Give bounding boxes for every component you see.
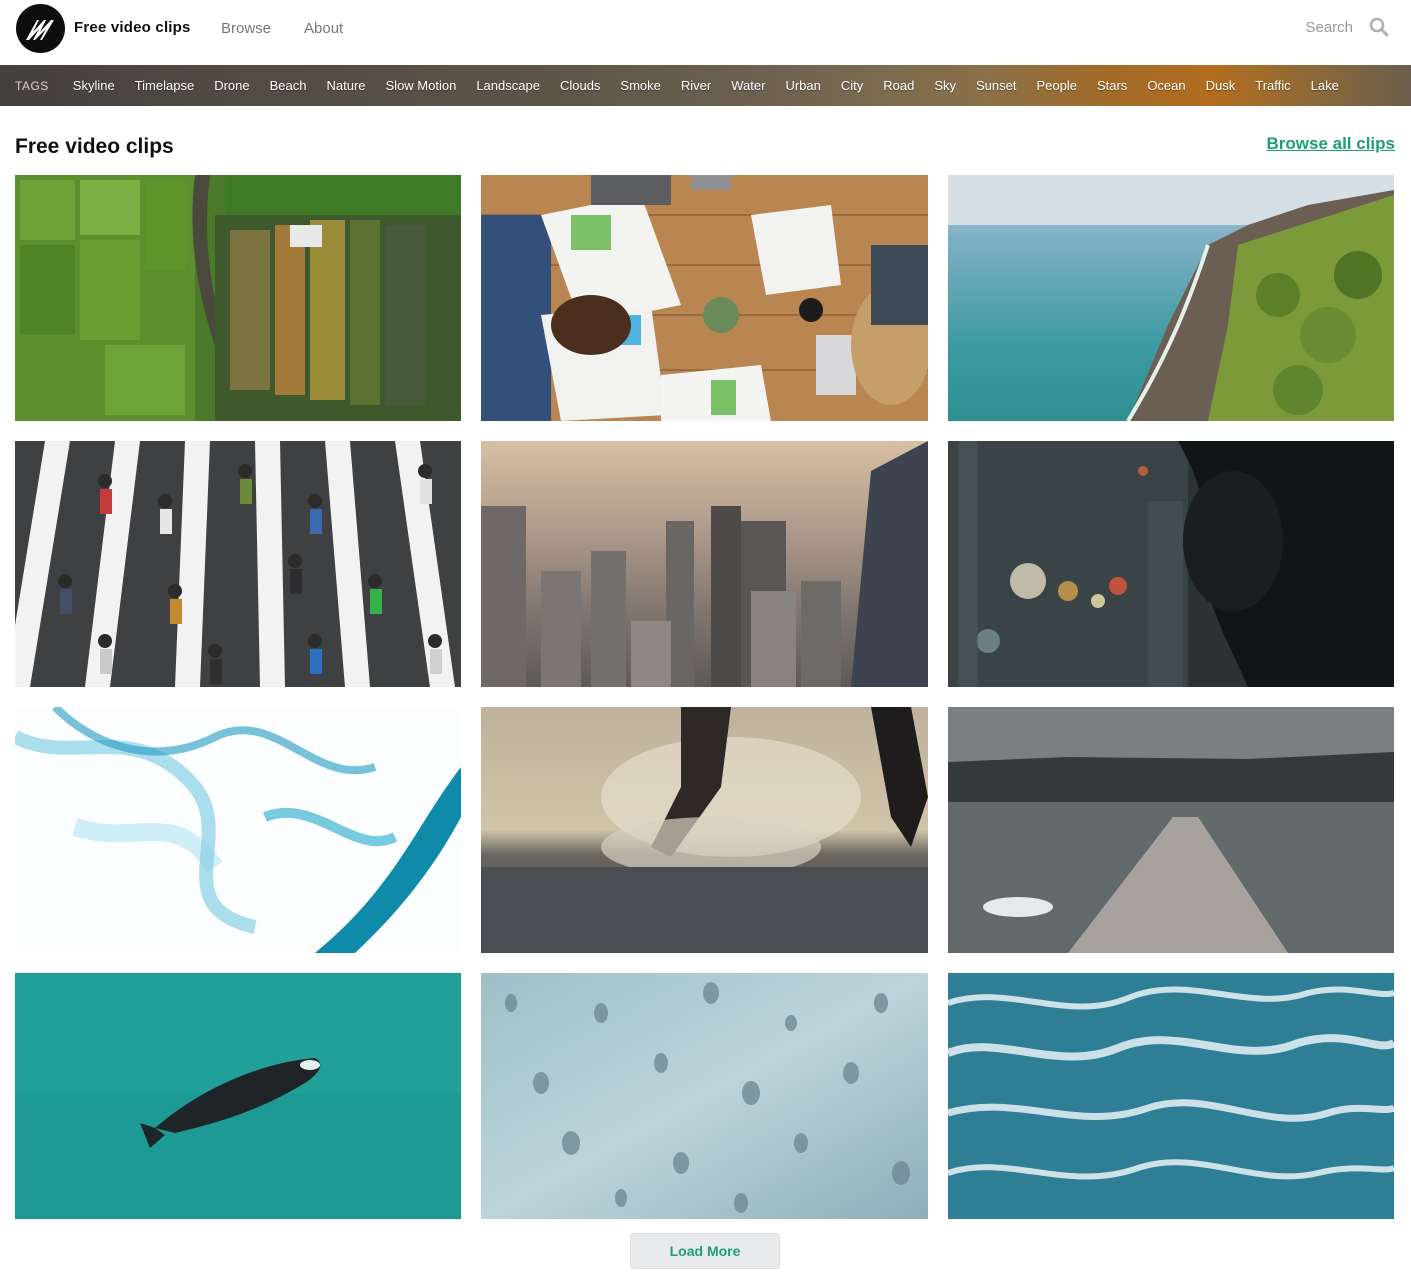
tag-smoke[interactable]: Smoke bbox=[620, 78, 660, 93]
clip-thumbnail-rain-drops[interactable] bbox=[481, 973, 928, 1219]
tag-road[interactable]: Road bbox=[883, 78, 914, 93]
search-box bbox=[1303, 17, 1389, 37]
clip-thumbnail-pier[interactable] bbox=[948, 707, 1394, 953]
blue-smoke-image bbox=[15, 707, 461, 953]
ocean-waves-image bbox=[948, 973, 1394, 1219]
pier-lake-image bbox=[948, 707, 1394, 953]
logo-mark-icon bbox=[25, 19, 54, 40]
tag-urban[interactable]: Urban bbox=[785, 78, 820, 93]
section-title: Free video clips bbox=[15, 135, 174, 158]
brand-title[interactable]: Free video clips bbox=[74, 19, 191, 36]
tag-river[interactable]: River bbox=[681, 78, 711, 93]
coastline-image bbox=[948, 175, 1394, 421]
tag-bar: TAGS Skyline Timelapse Drone Beach Natur… bbox=[0, 65, 1411, 106]
tag-beach[interactable]: Beach bbox=[270, 78, 307, 93]
tag-clouds[interactable]: Clouds bbox=[560, 78, 600, 93]
night-window-image bbox=[948, 441, 1394, 687]
tag-slow-motion[interactable]: Slow Motion bbox=[386, 78, 457, 93]
city-skyline-image bbox=[481, 441, 928, 687]
meeting-table-image bbox=[481, 175, 928, 421]
load-more-button[interactable]: Load More bbox=[630, 1233, 780, 1269]
logo[interactable] bbox=[16, 4, 65, 53]
tags-label: TAGS bbox=[15, 78, 49, 93]
clip-thumbnail-city-skyline[interactable] bbox=[481, 441, 928, 687]
rain-drops-image bbox=[481, 973, 928, 1219]
search-icon[interactable] bbox=[1369, 17, 1389, 37]
browse-all-link[interactable]: Browse all clips bbox=[1267, 134, 1396, 154]
tag-water[interactable]: Water bbox=[731, 78, 765, 93]
clip-thumbnail-night-window[interactable] bbox=[948, 441, 1394, 687]
nav-about[interactable]: About bbox=[304, 20, 343, 37]
tag-nature[interactable]: Nature bbox=[326, 78, 365, 93]
tag-lake[interactable]: Lake bbox=[1311, 78, 1339, 93]
clip-thumbnail-whale[interactable] bbox=[15, 973, 461, 1219]
clip-thumbnail-crosswalk[interactable] bbox=[15, 441, 461, 687]
tag-skyline[interactable]: Skyline bbox=[73, 78, 115, 93]
clip-thumbnail-meeting[interactable] bbox=[481, 175, 928, 421]
clip-thumbnail-water-splash[interactable] bbox=[481, 707, 928, 953]
tag-people[interactable]: People bbox=[1036, 78, 1076, 93]
whale-image bbox=[15, 973, 461, 1219]
tag-stars[interactable]: Stars bbox=[1097, 78, 1127, 93]
clip-thumbnail-blue-smoke[interactable] bbox=[15, 707, 461, 953]
crosswalk-image bbox=[15, 441, 461, 687]
clip-thumbnail-coastline[interactable] bbox=[948, 175, 1394, 421]
rice-fields-image bbox=[15, 175, 461, 421]
tag-ocean[interactable]: Ocean bbox=[1147, 78, 1185, 93]
tag-city[interactable]: City bbox=[841, 78, 863, 93]
tag-drone[interactable]: Drone bbox=[214, 78, 249, 93]
clip-grid bbox=[15, 175, 1394, 1219]
clip-thumbnail-rice-fields[interactable] bbox=[15, 175, 461, 421]
tag-traffic[interactable]: Traffic bbox=[1255, 78, 1290, 93]
clip-thumbnail-ocean-waves[interactable] bbox=[948, 973, 1394, 1219]
nav-browse[interactable]: Browse bbox=[221, 20, 271, 37]
tag-dusk[interactable]: Dusk bbox=[1206, 78, 1236, 93]
tag-sky[interactable]: Sky bbox=[934, 78, 956, 93]
tag-timelapse[interactable]: Timelapse bbox=[135, 78, 194, 93]
water-splash-image bbox=[481, 707, 928, 953]
site-header: Free video clips Browse About bbox=[0, 0, 1411, 65]
search-input[interactable] bbox=[1303, 18, 1353, 36]
tag-landscape[interactable]: Landscape bbox=[476, 78, 540, 93]
tag-sunset[interactable]: Sunset bbox=[976, 78, 1016, 93]
